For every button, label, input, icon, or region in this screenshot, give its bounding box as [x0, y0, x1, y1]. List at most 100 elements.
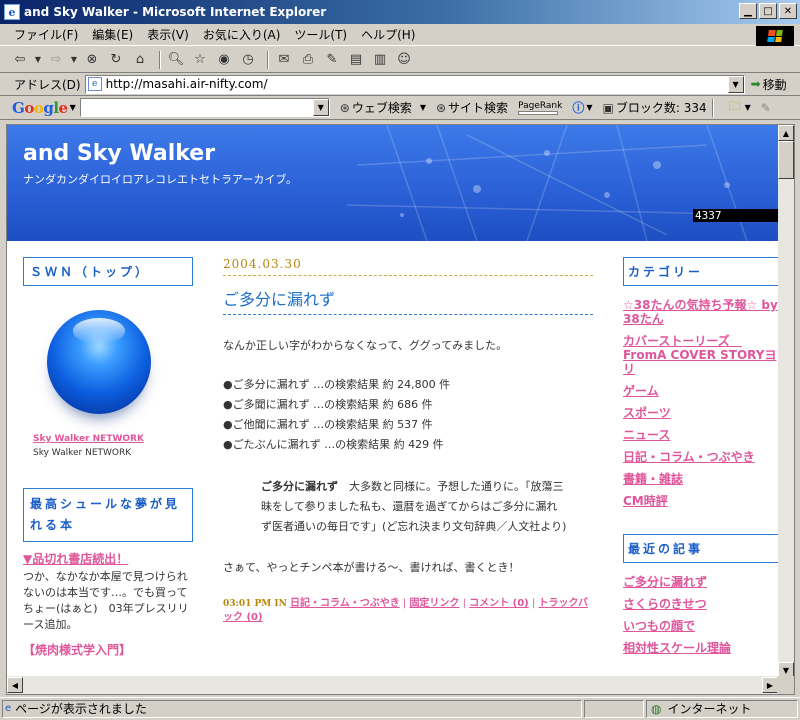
- mail-icon[interactable]: ✉: [274, 50, 294, 70]
- toolbar-separator: [267, 50, 269, 69]
- home-icon[interactable]: ⌂: [130, 50, 150, 70]
- internet-zone-icon: ◍: [651, 701, 662, 716]
- category-link[interactable]: 日記・コラム・つぶやき: [290, 598, 400, 609]
- menu-view[interactable]: 表示(V): [147, 26, 189, 43]
- print-icon[interactable]: ⎙: [298, 50, 318, 70]
- menu-file[interactable]: ファイル(F): [14, 26, 78, 43]
- google-menu-icon[interactable]: ▼: [70, 103, 76, 112]
- options-dropdown-icon[interactable]: ▼: [745, 103, 751, 112]
- left-sidebar: ＳＷＮ（トップ） Sky Walker NETWORK Sky Walker N…: [23, 257, 193, 658]
- google-search-dropdown-icon[interactable]: ▼: [312, 99, 329, 116]
- web-search-dropdown-icon[interactable]: ▼: [420, 103, 426, 112]
- site-search-icon: ⊛: [435, 100, 447, 115]
- edit-icon[interactable]: ✎: [322, 50, 342, 70]
- sidebar-item-category[interactable]: 日記・コラム・つぶやき: [623, 450, 783, 464]
- forward-icon[interactable]: ⇨: [46, 50, 66, 70]
- sidebar-item-category[interactable]: カバーストーリーズ FromA COVER STORYヨリ: [623, 334, 783, 376]
- scroll-up-icon[interactable]: ▲: [778, 125, 794, 141]
- media-icon[interactable]: ◉: [214, 50, 234, 70]
- pagerank-bar: [518, 110, 559, 115]
- yakiniku-book-link[interactable]: 【焼肉様式学入門】: [23, 641, 193, 658]
- google-search-input[interactable]: ▼: [79, 98, 330, 117]
- google-logo[interactable]: Google: [12, 99, 68, 117]
- sidebar-item-recent[interactable]: いつもの顔で: [623, 619, 783, 633]
- options-button[interactable]: 🗀 ▼: [729, 97, 751, 118]
- favorites-icon[interactable]: ☆: [190, 50, 210, 70]
- popup-blocker-icon: ▣: [602, 100, 614, 115]
- ie-icon: e: [4, 4, 20, 20]
- sidebar-item-category[interactable]: ニュース: [623, 428, 783, 442]
- close-button[interactable]: ✕: [779, 3, 797, 19]
- horizontal-scrollbar[interactable]: ◀ ▶: [7, 676, 778, 694]
- site-search-label: サイト検索: [448, 101, 509, 115]
- menu-bar: ファイル(F) 編集(E) 表示(V) お気に入り(A) ツール(T) ヘルプ(…: [0, 24, 800, 46]
- stop-icon[interactable]: ⊗: [82, 50, 102, 70]
- go-arrow-icon: ➡: [750, 77, 761, 91]
- maximize-button[interactable]: □: [759, 3, 777, 19]
- popup-blocker-button[interactable]: ▣ ブロック数: 334: [603, 99, 707, 116]
- address-dropdown-icon[interactable]: ▼: [727, 75, 744, 93]
- standard-toolbar: ⇦ ▼ ⇨ ▼ ⊗ ↻ ⌂ 🔍︎ ☆ ◉ ◷ ✉ ⎙ ✎ ▤ ▥ ☺: [0, 47, 800, 73]
- search-icon[interactable]: 🔍︎: [166, 50, 186, 70]
- address-bar: アドレス(D) e http://masahi.air-nifty.com/ ▼…: [0, 73, 800, 96]
- post-title[interactable]: ご多分に漏れず: [223, 286, 593, 315]
- sidebar-item-category[interactable]: 書籍・雑誌: [623, 472, 783, 486]
- site-description: ナンダカンダイロイロアレコレエトセトラアーカイブ。: [23, 173, 298, 186]
- sidebar-item-category[interactable]: CM時評: [623, 494, 783, 508]
- sidebar-item-recent[interactable]: さくらのきせつ: [623, 597, 783, 611]
- comments-link[interactable]: コメント (0): [469, 598, 529, 609]
- sidebar-item-recent[interactable]: 相対性スケール理論: [623, 641, 783, 655]
- address-url[interactable]: http://masahi.air-nifty.com/: [106, 77, 268, 91]
- vertical-scrollbar[interactable]: ▲ ▼: [778, 125, 794, 678]
- menu-tools[interactable]: ツール(T): [294, 26, 347, 43]
- forward-dropdown-icon[interactable]: ▼: [70, 50, 78, 70]
- messenger-icon[interactable]: ☺: [394, 50, 414, 70]
- quote-term: ご多分に漏れず: [261, 480, 338, 493]
- history-icon[interactable]: ◷: [238, 50, 258, 70]
- scroll-corner: [777, 676, 794, 694]
- swn-top-heading[interactable]: ＳＷＮ（トップ）: [23, 257, 193, 286]
- folder-icon: 🗀: [728, 99, 741, 113]
- book-section-heading: 最高シュールな夢が見れる本: [23, 488, 193, 542]
- popup-blocked-count: ブロック数: 334: [615, 101, 707, 115]
- back-dropdown-icon[interactable]: ▼: [34, 50, 42, 70]
- pagerank-label: PageRank: [518, 100, 563, 111]
- permalink[interactable]: 固定リンク: [409, 598, 459, 609]
- menu-help[interactable]: ヘルプ(H): [361, 26, 415, 43]
- page-info-button[interactable]: ⓘ ▼: [572, 99, 592, 116]
- minimize-button[interactable]: ▁: [739, 3, 757, 19]
- book-sold-out-link[interactable]: ▼品切れ書店続出！: [23, 550, 193, 567]
- info-dropdown-icon[interactable]: ▼: [586, 103, 592, 112]
- highlight-button[interactable]: ✎: [761, 101, 771, 115]
- pagerank-indicator[interactable]: PageRank: [518, 101, 562, 115]
- recent-posts-heading: 最近の記事: [623, 534, 783, 563]
- sidebar-item-category[interactable]: スポーツ: [623, 406, 783, 420]
- post-intro: なんか正しい字がわからなくなって、ググってみました。: [223, 339, 508, 352]
- post-date: 2004.03.30: [223, 257, 593, 276]
- scroll-thumb[interactable]: [778, 141, 794, 179]
- sidebar-item-recent[interactable]: ご多分に漏れず: [623, 575, 783, 589]
- window-title: and Sky Walker - Microsoft Internet Expl…: [24, 5, 327, 19]
- menu-edit[interactable]: 編集(E): [92, 26, 133, 43]
- sidebar-item-category[interactable]: ☆38たんの気持ち予報☆ by 38たん: [623, 298, 783, 326]
- back-icon[interactable]: ⇦: [10, 50, 30, 70]
- refresh-icon[interactable]: ↻: [106, 50, 126, 70]
- blue-orb-image[interactable]: [47, 310, 151, 414]
- research-icon[interactable]: ▥: [370, 50, 390, 70]
- info-icon: ⓘ: [572, 101, 585, 115]
- sidebar-item-category[interactable]: ゲーム: [623, 384, 783, 398]
- site-search-button[interactable]: ⊛ サイト検索: [436, 99, 508, 116]
- discuss-icon[interactable]: ▤: [346, 50, 366, 70]
- site-title[interactable]: and Sky Walker: [23, 141, 215, 166]
- sky-walker-network-link[interactable]: Sky Walker NETWORK: [33, 434, 193, 444]
- web-search-button[interactable]: ⊛ ウェブ検索 ▼: [340, 99, 426, 116]
- security-zone[interactable]: ◍ インターネット: [646, 699, 798, 718]
- scroll-right-icon[interactable]: ▶: [762, 677, 778, 693]
- list-item: ●ごたぶんに漏れず …の検索結果 約 429 件: [223, 438, 444, 451]
- site-banner: and Sky Walker ナンダカンダイロイロアレコレエトセトラアーカイブ。…: [7, 125, 778, 241]
- go-button[interactable]: ➡ 移動: [751, 76, 787, 93]
- toolbar-separator: [711, 98, 714, 117]
- address-input[interactable]: e http://masahi.air-nifty.com/ ▼: [84, 74, 745, 94]
- scroll-left-icon[interactable]: ◀: [7, 677, 23, 693]
- menu-favorites[interactable]: お気に入り(A): [203, 26, 281, 43]
